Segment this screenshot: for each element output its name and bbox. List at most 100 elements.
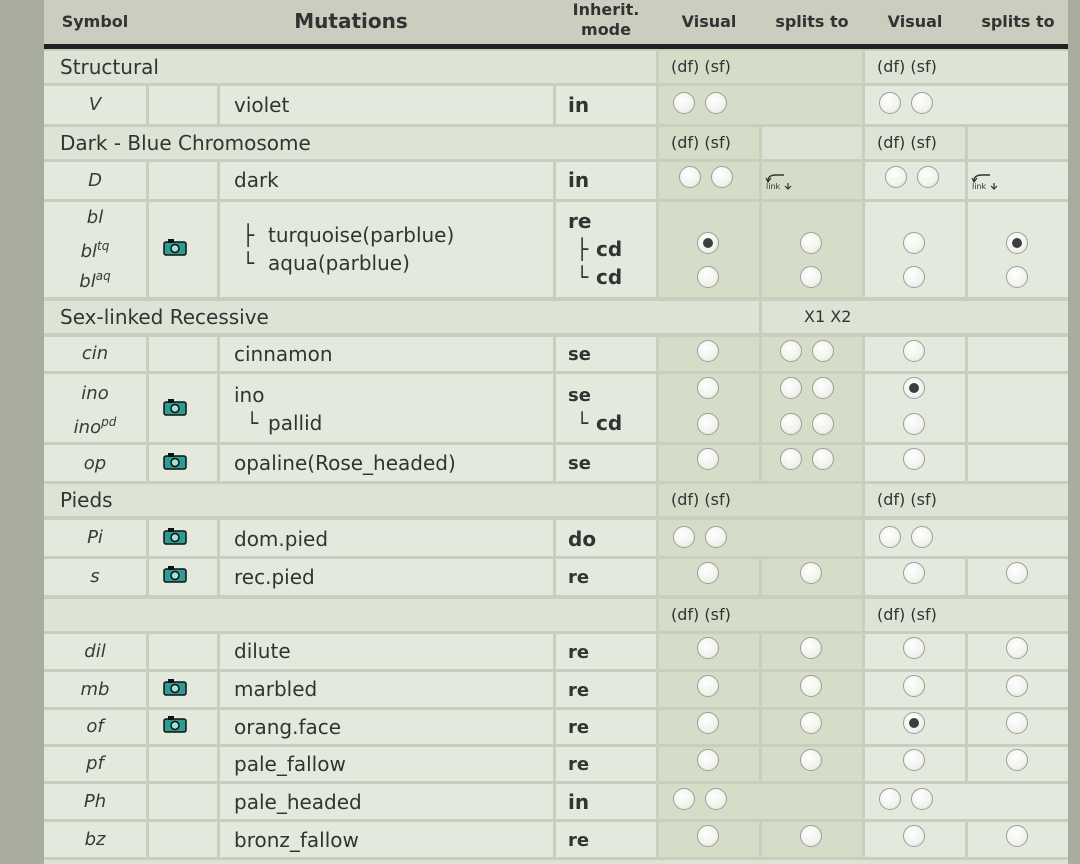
row-mb-splits2 [968, 672, 1068, 707]
inherit-mode: re [568, 209, 592, 233]
row-pi-visual2 [865, 520, 1068, 556]
radio-s-splits2[interactable] [1006, 562, 1028, 584]
radio-bz-splits1[interactable] [800, 825, 822, 847]
radio-op-visual2[interactable] [903, 448, 925, 470]
radio-ph-df-2[interactable] [879, 788, 901, 810]
section-dark-blue-title: Dark - Blue Chromosome [60, 131, 311, 155]
radio-bz-visual2[interactable] [903, 825, 925, 847]
radio-of-visual1[interactable] [697, 712, 719, 734]
radio-violet-df-2[interactable] [879, 92, 901, 114]
radio-bl-aq-visual1[interactable] [697, 266, 719, 288]
radio-dil-visual1[interactable] [697, 637, 719, 659]
radio-dark-sf-2[interactable] [917, 166, 939, 188]
row-pi-name: dom.pied [220, 520, 553, 556]
radio-pf-splits2[interactable] [1006, 749, 1028, 771]
row-cin-symbol: cin [44, 337, 146, 371]
mutation-name: dom.pied [234, 527, 329, 551]
radio-s-visual1[interactable] [697, 562, 719, 584]
link-arrow-icon[interactable]: link [970, 172, 1000, 192]
radio-of-splits1[interactable] [800, 712, 822, 734]
tree-end-icon: └ [246, 411, 259, 435]
radio-dil-splits1[interactable] [800, 637, 822, 659]
radio-dark-df-1[interactable] [679, 166, 701, 188]
radio-bl-aq-visual2[interactable] [903, 266, 925, 288]
camera-icon[interactable] [163, 398, 187, 416]
radio-violet-sf-2[interactable] [911, 92, 933, 114]
radio-s-visual2[interactable] [903, 562, 925, 584]
row-dil-splits2 [968, 634, 1068, 669]
radio-pi-df-2[interactable] [879, 526, 901, 548]
section-sex-linked: Sex-linked Recessive [44, 301, 759, 333]
radio-dark-df-2[interactable] [885, 166, 907, 188]
radio-ino-x1[interactable] [780, 377, 802, 399]
camera-icon[interactable] [163, 565, 187, 583]
radio-violet-df-1[interactable] [673, 92, 695, 114]
radio-cin-visual1[interactable] [697, 340, 719, 362]
radio-mb-visual2[interactable] [903, 675, 925, 697]
section-dark-visual2: (df) (sf) [865, 127, 965, 159]
radio-pf-visual1[interactable] [697, 749, 719, 771]
radio-ph-sf-1[interactable] [705, 788, 727, 810]
radio-bl-aq-splits2[interactable] [1006, 266, 1028, 288]
camera-icon[interactable] [163, 715, 187, 733]
radio-pi-sf-2[interactable] [911, 526, 933, 548]
camera-icon[interactable] [163, 238, 187, 256]
link-label: link [972, 182, 987, 191]
radio-mb-splits2[interactable] [1006, 675, 1028, 697]
radio-dil-splits2[interactable] [1006, 637, 1028, 659]
header-divider [44, 44, 1068, 49]
inherit-mode: in [568, 93, 590, 117]
radio-ino-pd-x2[interactable] [812, 413, 834, 435]
inherit-mode: re [568, 642, 590, 663]
link-arrow-icon[interactable]: link [764, 172, 794, 192]
row-op-mode: se [556, 445, 656, 481]
radio-s-splits1[interactable] [800, 562, 822, 584]
radio-pi-sf-1[interactable] [705, 526, 727, 548]
radio-bz-visual1[interactable] [697, 825, 719, 847]
row-op-name: opaline(Rose_headed) [220, 445, 553, 481]
radio-ph-df-1[interactable] [673, 788, 695, 810]
radio-pf-visual2[interactable] [903, 749, 925, 771]
row-cin-photo [149, 337, 217, 371]
radio-bl-tq-splits2[interactable] [1006, 232, 1028, 254]
df-sf-label: (df) (sf) [671, 133, 731, 152]
camera-icon[interactable] [163, 452, 187, 470]
radio-ino-visual1[interactable] [697, 377, 719, 399]
radio-op-x2[interactable] [812, 448, 834, 470]
row-bl-symbol: bl bltq blaq [44, 202, 146, 297]
radio-of-splits2[interactable] [1006, 712, 1028, 734]
radio-bl-tq-visual1[interactable] [697, 232, 719, 254]
radio-dil-visual2[interactable] [903, 637, 925, 659]
radio-ph-sf-2[interactable] [911, 788, 933, 810]
camera-icon[interactable] [163, 678, 187, 696]
radio-bl-tq-visual2[interactable] [903, 232, 925, 254]
df-sf-label: (df) (sf) [671, 57, 731, 76]
radio-op-x1[interactable] [780, 448, 802, 470]
radio-ino-pd-visual2[interactable] [903, 413, 925, 435]
radio-bz-splits2[interactable] [1006, 825, 1028, 847]
radio-mb-visual1[interactable] [697, 675, 719, 697]
row-s-mode: re [556, 559, 656, 595]
radio-ino-pd-visual1[interactable] [697, 413, 719, 435]
radio-cin-x1[interactable] [780, 340, 802, 362]
radio-ino-visual2[interactable] [903, 377, 925, 399]
radio-pi-df-1[interactable] [673, 526, 695, 548]
radio-of-visual2[interactable] [903, 712, 925, 734]
row-s-name: rec.pied [220, 559, 553, 595]
mutation-name: dilute [234, 639, 291, 663]
tree-end-icon: └ [576, 265, 589, 289]
radio-ino-x2[interactable] [812, 377, 834, 399]
radio-cin-x2[interactable] [812, 340, 834, 362]
row-bl-visual1 [659, 202, 759, 297]
radio-dark-sf-1[interactable] [711, 166, 733, 188]
radio-cin-visual2[interactable] [903, 340, 925, 362]
radio-bl-tq-splits1[interactable] [800, 232, 822, 254]
inherit-mode: re [568, 567, 590, 588]
camera-icon[interactable] [163, 527, 187, 545]
radio-violet-sf-1[interactable] [705, 92, 727, 114]
radio-mb-splits1[interactable] [800, 675, 822, 697]
radio-ino-pd-x1[interactable] [780, 413, 802, 435]
radio-pf-splits1[interactable] [800, 749, 822, 771]
radio-op-visual1[interactable] [697, 448, 719, 470]
radio-bl-aq-splits1[interactable] [800, 266, 822, 288]
